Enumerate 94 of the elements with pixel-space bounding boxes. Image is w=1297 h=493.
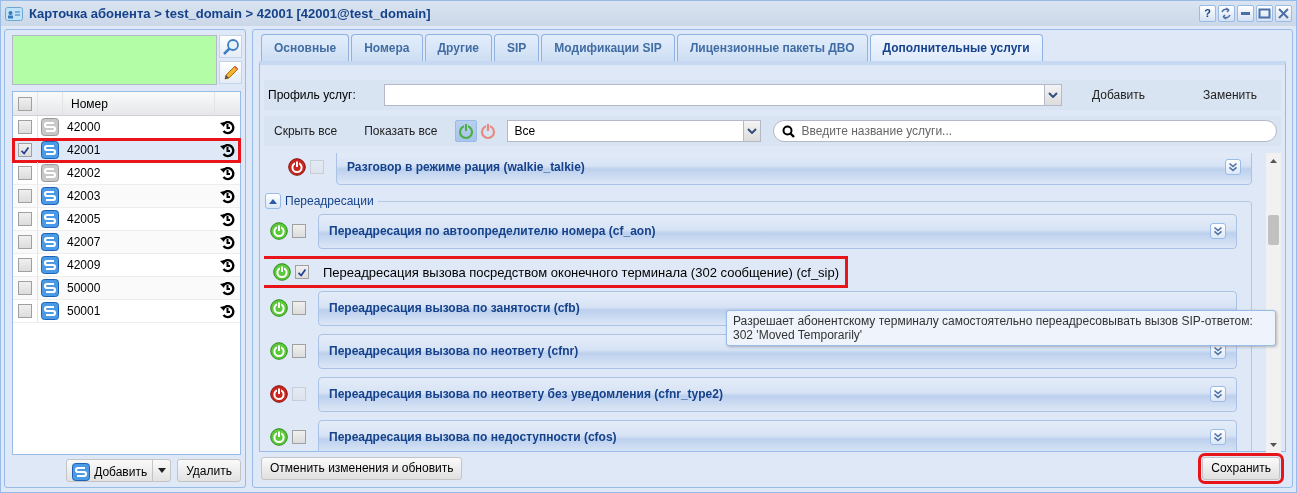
checkbox[interactable] <box>18 143 32 157</box>
tooltip: Разрешает абонентскому терминалу самостоятельно переадресовывать вызов SIP-ответом: 302 'Moved Temporarily' <box>726 310 1276 346</box>
checkbox[interactable] <box>18 281 32 295</box>
number-cell-text: 50001 <box>66 304 102 318</box>
refresh-icon <box>1219 6 1234 21</box>
table-row[interactable]: 50000 <box>13 277 240 300</box>
profile-field[interactable] <box>384 84 1044 106</box>
reset-button[interactable]: Отменить изменения и обновить <box>261 456 463 480</box>
tab[interactable]: Модификации SIP <box>541 34 675 61</box>
collapse-button[interactable] <box>265 193 281 209</box>
restore-icon[interactable] <box>219 257 235 273</box>
restore-icon[interactable] <box>219 303 235 319</box>
card-icon <box>5 6 23 21</box>
number-cell-text: 42003 <box>66 189 102 203</box>
service-name: Переадресация вызова по неответу без уведомления (cfnr_type2) <box>329 387 723 401</box>
table-row[interactable]: 42003 <box>13 185 240 208</box>
restore-icon[interactable] <box>219 188 235 204</box>
tab[interactable]: SIP <box>494 34 540 61</box>
checkbox[interactable] <box>292 224 306 238</box>
pencil-icon <box>221 63 240 82</box>
number-cell-text: 42001 <box>66 143 102 157</box>
number-cell-text: 42009 <box>66 258 102 272</box>
table-row[interactable]: 50001 <box>13 300 240 323</box>
minimize-icon <box>1241 12 1250 15</box>
restore-icon[interactable] <box>219 234 235 250</box>
add-button[interactable]: Добавить <box>1092 88 1146 102</box>
replace-button[interactable]: Заменить <box>1203 88 1257 102</box>
group-title: Переадресации <box>285 194 374 208</box>
power-icon <box>457 122 476 140</box>
chevron-down-icon <box>1048 92 1058 98</box>
service-name: Переадресация вызова по неответу (cfnr) <box>329 344 579 358</box>
column-header: Номер <box>71 96 108 111</box>
number-cell-text: 42002 <box>66 166 102 180</box>
service-name: Переадресация по автоопределителю номера (cf_aon) <box>329 224 656 238</box>
restore-icon[interactable] <box>219 142 235 158</box>
search-icon <box>221 37 240 56</box>
table-row[interactable]: 42001 <box>13 139 240 162</box>
search-button[interactable] <box>219 35 242 58</box>
tab[interactable]: Лицензионные пакеты ДВО <box>676 34 868 61</box>
maximize-button[interactable] <box>1256 5 1273 22</box>
restore-icon[interactable] <box>219 211 235 227</box>
expand-button[interactable] <box>1210 429 1226 445</box>
triangle-icon <box>268 197 278 205</box>
refresh-button[interactable] <box>1218 5 1235 22</box>
checkbox[interactable] <box>18 304 32 318</box>
caret-icon <box>157 468 166 473</box>
power-icon <box>479 122 498 140</box>
scrollbar[interactable] <box>1266 153 1281 453</box>
window-title: Карточка абонента > test_domain > 42001 [42001@test_domain] <box>29 6 431 21</box>
expand-button[interactable] <box>1210 223 1226 239</box>
tab[interactable]: Другие <box>424 34 492 61</box>
number-cell-text: 42007 <box>66 235 102 249</box>
close-icon <box>1276 6 1291 21</box>
checkbox[interactable] <box>295 265 309 279</box>
service-name: Разговор в режиме рация (walkie_talkie) <box>347 160 585 174</box>
service-name: Переадресация вызова по недоступности (cfos) <box>329 430 617 444</box>
checkbox[interactable] <box>18 189 32 203</box>
search-field[interactable]: Введите название услуги... <box>773 120 1277 142</box>
restore-icon[interactable] <box>219 165 235 181</box>
maximize-icon <box>1257 6 1272 21</box>
restore-icon[interactable] <box>219 119 235 135</box>
number-cell-text: 42000 <box>66 120 102 134</box>
service-panel[interactable]: Переадресация вызова по недоступности (cfos) <box>318 419 1237 451</box>
number-cell-text: 42005 <box>66 212 102 226</box>
checkbox[interactable] <box>292 301 306 315</box>
delete-button[interactable]: Удалить <box>177 459 241 482</box>
tab[interactable]: Основные <box>261 34 350 61</box>
checkbox[interactable] <box>18 235 32 249</box>
help-button[interactable]: ? <box>1199 5 1216 22</box>
close-button[interactable] <box>1275 5 1292 22</box>
filter-field[interactable]: Все <box>507 120 744 142</box>
checkbox[interactable] <box>18 166 32 180</box>
checkbox[interactable] <box>18 120 32 134</box>
checkbox[interactable] <box>292 430 306 444</box>
service-panel[interactable]: Переадресация по автоопределителю номера (cf_aon) <box>318 213 1237 249</box>
service-name: Переадресация вызова по занятости (cfb) <box>329 301 580 315</box>
select-all-checkbox[interactable] <box>18 96 32 111</box>
service-name: Переадресация вызова посредством оконечного терминала (302 сообщение) (cf_sip) <box>323 264 840 280</box>
tab[interactable]: Дополнительные услуги <box>869 34 1043 61</box>
checkbox[interactable] <box>18 212 32 226</box>
subscriber-icon <box>72 462 91 481</box>
field-label: Профиль услуг: <box>268 88 357 102</box>
checkbox[interactable] <box>18 258 32 272</box>
minimize-button[interactable] <box>1237 5 1254 22</box>
checkbox[interactable] <box>292 344 306 358</box>
table-row[interactable]: 42007 <box>13 231 240 254</box>
show-all-button[interactable]: Показать все <box>364 124 438 138</box>
number-cell-text: 50000 <box>66 281 102 295</box>
search-icon <box>782 125 796 138</box>
tab[interactable]: Номера <box>351 34 423 61</box>
edit-button[interactable] <box>219 61 242 84</box>
chevron-down-icon <box>747 128 758 134</box>
hide-all-button[interactable]: Скрыть все <box>274 124 338 138</box>
restore-icon[interactable] <box>219 280 235 296</box>
